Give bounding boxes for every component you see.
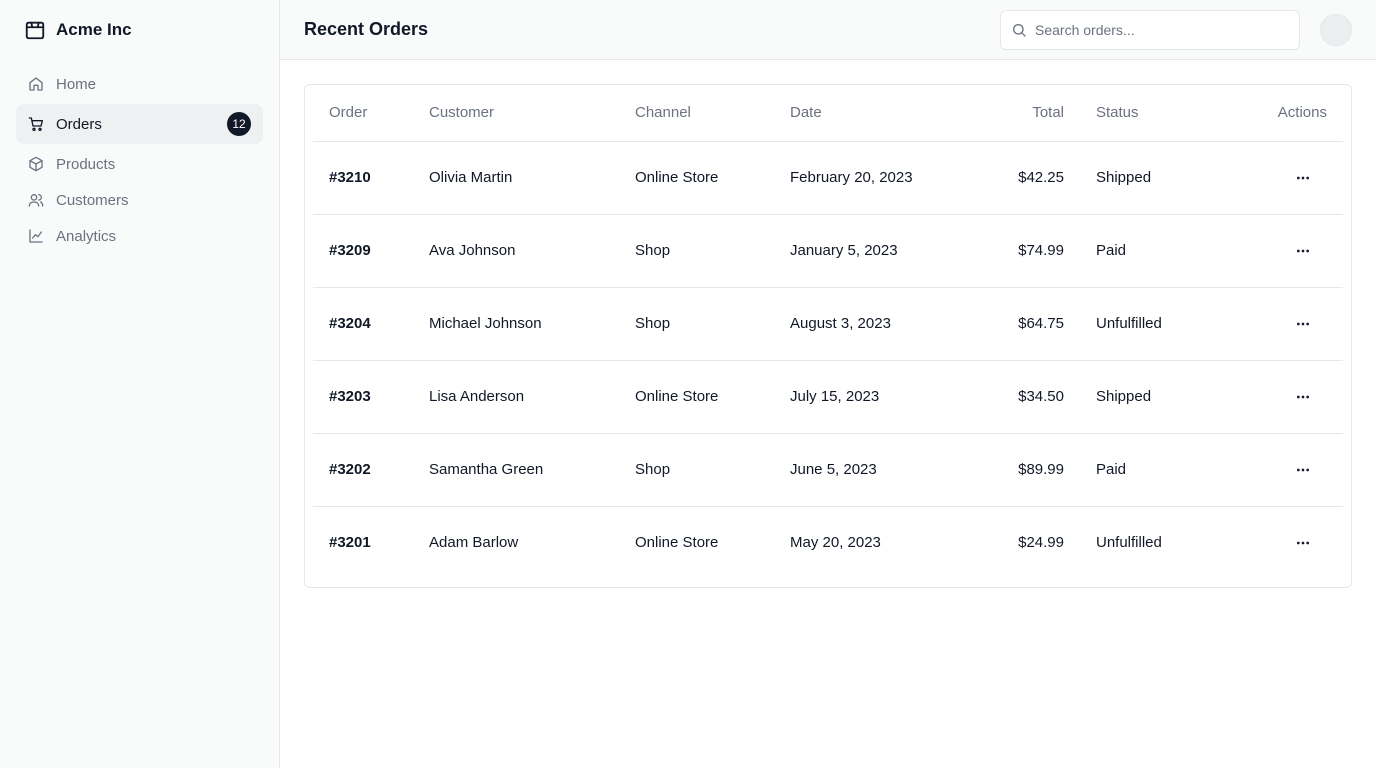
order-date: May 20, 2023: [790, 534, 881, 552]
order-total: $64.75: [954, 287, 1080, 361]
order-date: June 5, 2023: [774, 433, 954, 507]
cart-icon: [28, 116, 44, 132]
order-total: $42.25: [954, 141, 1080, 215]
order-id: #3201: [329, 534, 371, 552]
order-total: $34.50: [954, 360, 1080, 434]
actions-cell: [1230, 141, 1343, 215]
order-status: Paid: [1080, 214, 1230, 288]
actions-cell: [1230, 214, 1343, 288]
more-horizontal-icon: [1297, 322, 1309, 325]
customer-name: Ava Johnson: [413, 214, 619, 288]
more-actions-button[interactable]: [1291, 531, 1315, 555]
more-actions-button[interactable]: [1291, 166, 1315, 190]
more-horizontal-icon: [1297, 176, 1309, 179]
column-header-total[interactable]: Total: [954, 85, 1080, 142]
order-date: February 20, 2023: [774, 141, 954, 215]
order-total: $89.99: [954, 433, 1080, 507]
users-icon: [28, 192, 44, 208]
table-row[interactable]: #3204 Michael Johnson Shop August 3, 202…: [313, 287, 1343, 361]
sidebar-item-label: Products: [56, 155, 116, 173]
order-id: #3203: [313, 360, 413, 434]
brand-name: Acme Inc: [56, 20, 132, 39]
search-icon: [1011, 22, 1027, 38]
orders-count-badge: 12: [227, 112, 251, 136]
more-actions-button[interactable]: [1291, 385, 1315, 409]
column-header-customer[interactable]: Customer: [413, 85, 619, 142]
actions-cell: [1230, 360, 1343, 434]
package-icon: [24, 19, 46, 41]
order-status: Shipped: [1080, 141, 1230, 215]
table-row[interactable]: #3201 Adam Barlow Online Store May 20, 2…: [313, 506, 1343, 579]
sidebar-nav: Home Orders 12 Products Customers Analyt…: [0, 60, 279, 254]
order-id: #3204: [313, 287, 413, 361]
table-row[interactable]: #3202 Samantha Green Shop June 5, 2023 $…: [313, 433, 1343, 507]
channel: Shop: [619, 287, 774, 361]
topbar: Recent Orders: [280, 0, 1376, 60]
sidebar-item-products[interactable]: Products: [16, 146, 263, 182]
more-horizontal-icon: [1297, 249, 1309, 252]
order-id: #3202: [313, 433, 413, 507]
order-date: January 5, 2023: [774, 214, 954, 288]
channel: Online Store: [619, 360, 774, 434]
sidebar-item-home[interactable]: Home: [16, 66, 263, 102]
column-header-order[interactable]: Order: [313, 85, 413, 142]
more-actions-button[interactable]: [1291, 312, 1315, 336]
order-date: August 3, 2023: [774, 287, 954, 361]
more-actions-button[interactable]: [1291, 458, 1315, 482]
table-row[interactable]: #3210 Olivia Martin Online Store Februar…: [313, 141, 1343, 215]
search-input[interactable]: [1035, 21, 1289, 38]
customer-name: Lisa Anderson: [413, 360, 619, 434]
main-area: Recent Orders Order Customer Channel: [280, 0, 1376, 768]
page-title: Recent Orders: [304, 19, 429, 39]
column-header-status[interactable]: Status: [1080, 85, 1230, 142]
order-date: July 15, 2023: [774, 360, 954, 434]
more-actions-button[interactable]: [1291, 239, 1315, 263]
orders-card: Order Customer Channel Date Total Status…: [304, 84, 1352, 588]
orders-table: Order Customer Channel Date Total Status…: [313, 85, 1343, 579]
table-row[interactable]: #3203 Lisa Anderson Online Store July 15…: [313, 360, 1343, 434]
brand[interactable]: Acme Inc: [0, 0, 279, 60]
customer-name: Michael Johnson: [413, 287, 619, 361]
order-status: Unfulfilled: [1096, 534, 1162, 552]
customer-name: Olivia Martin: [413, 141, 619, 215]
column-header-channel[interactable]: Channel: [619, 85, 774, 142]
order-id: #3209: [313, 214, 413, 288]
column-header-date[interactable]: Date: [774, 85, 954, 142]
customer-name: Adam Barlow: [429, 534, 519, 552]
box-icon: [28, 156, 44, 172]
home-icon: [28, 76, 44, 92]
channel: Shop: [619, 214, 774, 288]
customer-name: Samantha Green: [413, 433, 619, 507]
actions-cell: [1230, 433, 1343, 507]
order-status: Paid: [1080, 433, 1230, 507]
more-horizontal-icon: [1297, 468, 1309, 471]
order-total: $74.99: [954, 214, 1080, 288]
search-box[interactable]: [1000, 9, 1300, 50]
actions-cell: [1230, 287, 1343, 361]
column-header-actions: Actions: [1230, 85, 1343, 142]
sidebar-item-label: Home: [56, 75, 97, 93]
order-status: Unfulfilled: [1080, 287, 1230, 361]
sidebar-item-orders[interactable]: Orders 12: [16, 104, 263, 144]
sidebar-item-label: Orders: [56, 115, 102, 133]
channel: Online Store: [635, 534, 719, 552]
sidebar: Acme Inc Home Orders 12 Products Custome…: [0, 0, 280, 768]
avatar[interactable]: [1320, 13, 1352, 46]
table-header-row: Order Customer Channel Date Total Status…: [313, 85, 1343, 142]
table-row[interactable]: #3209 Ava Johnson Shop January 5, 2023 $…: [313, 214, 1343, 288]
more-horizontal-icon: [1297, 541, 1309, 545]
order-total: $24.99: [1018, 534, 1064, 552]
sidebar-item-analytics[interactable]: Analytics: [16, 218, 263, 254]
order-status: Shipped: [1080, 360, 1230, 434]
sidebar-item-label: Customers: [56, 191, 129, 209]
channel: Shop: [619, 433, 774, 507]
content: Order Customer Channel Date Total Status…: [280, 60, 1376, 612]
order-id: #3210: [313, 141, 413, 215]
chart-line-icon: [28, 228, 44, 244]
channel: Online Store: [619, 141, 774, 215]
sidebar-item-customers[interactable]: Customers: [16, 182, 263, 218]
actions-cell: [1230, 506, 1343, 579]
sidebar-item-label: Analytics: [56, 227, 117, 245]
more-horizontal-icon: [1297, 395, 1309, 398]
